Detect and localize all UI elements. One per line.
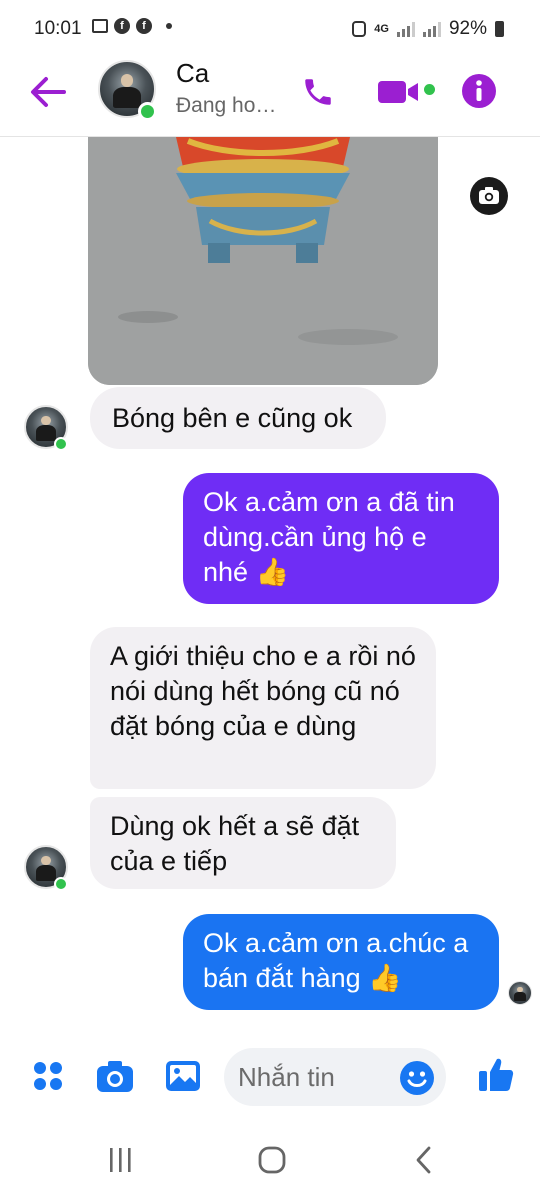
contact-status: Đang ho… — [176, 94, 277, 117]
recent-apps-button[interactable] — [98, 1140, 142, 1180]
recent-apps-icon — [110, 1148, 131, 1172]
emoji-icon — [400, 1061, 434, 1095]
sender-online-indicator — [54, 437, 68, 451]
camera-icon — [470, 177, 508, 215]
system-nav-bar — [0, 1118, 540, 1200]
like-button[interactable] — [474, 1052, 518, 1098]
status-notification-icons: f f — [92, 18, 172, 34]
message-received[interactable]: Bóng bên e cũng ok — [90, 387, 386, 449]
gallery-icon — [166, 1061, 200, 1091]
contact-name[interactable]: Ca — [176, 58, 209, 89]
video-active-dot — [424, 84, 435, 95]
back-arrow-icon — [31, 77, 66, 107]
message-received[interactable]: A giới thiệu cho e a rồi nó nói dùng hết… — [90, 627, 436, 789]
chat-header: Ca Đang ho… — [0, 58, 540, 137]
home-button[interactable] — [250, 1140, 294, 1180]
more-notifications-icon — [166, 23, 172, 29]
signal-icon — [396, 21, 415, 37]
back-chevron-icon — [416, 1146, 431, 1174]
message-list[interactable]: Bóng bên e cũng ok Ok a.cảm ơn a đã tin … — [0, 137, 540, 1037]
message-sent[interactable]: Ok a.cảm ơn a.chúc a bán đắt hàng 👍 — [183, 914, 499, 1010]
like-icon — [479, 1058, 514, 1091]
seen-receipt-avatar — [508, 981, 532, 1005]
facebook-notification-icon: f — [114, 18, 130, 34]
info-button[interactable] — [458, 70, 500, 112]
info-icon — [462, 74, 496, 108]
shared-photo[interactable] — [88, 137, 438, 385]
sender-online-indicator — [54, 877, 68, 891]
message-received[interactable]: Dùng ok hết a sẽ đặt của e tiếp — [90, 797, 396, 889]
signal-icon-2 — [422, 21, 441, 37]
back-button[interactable] — [26, 72, 70, 112]
camera-button[interactable] — [94, 1056, 136, 1096]
message-input-placeholder: Nhắn tin — [238, 1062, 335, 1092]
facebook-notification-icon-2: f — [136, 18, 152, 34]
call-button[interactable] — [298, 72, 338, 112]
status-right: 4G 92% — [352, 18, 504, 40]
message-sent[interactable]: Ok a.cảm ơn a đã tin dùng.cần ủng hộ e n… — [183, 473, 499, 604]
status-bar: 10:01 f f 4G 92% — [0, 0, 540, 58]
message-composer: Nhắn tin — [0, 1040, 540, 1116]
battery-percent: 92% — [448, 18, 487, 39]
camera-icon — [97, 1061, 133, 1092]
video-icon — [378, 81, 418, 103]
status-time: 10:01 — [34, 18, 82, 39]
photo-camera-button[interactable] — [470, 177, 508, 215]
apps-icon — [34, 1062, 62, 1090]
vase-photo-image — [88, 137, 438, 385]
battery-icon — [495, 21, 504, 37]
network-type: 4G — [374, 23, 389, 35]
gallery-button[interactable] — [162, 1056, 204, 1096]
alarm-icon — [352, 21, 367, 37]
online-indicator — [138, 102, 157, 121]
video-call-button[interactable] — [376, 72, 424, 112]
apps-button[interactable] — [28, 1056, 68, 1096]
back-nav-button[interactable] — [402, 1140, 446, 1180]
home-icon — [258, 1146, 286, 1174]
emoji-button[interactable] — [398, 1059, 436, 1097]
gallery-notification-icon — [92, 19, 108, 33]
phone-icon — [305, 79, 331, 105]
message-input[interactable]: Nhắn tin — [224, 1048, 446, 1106]
